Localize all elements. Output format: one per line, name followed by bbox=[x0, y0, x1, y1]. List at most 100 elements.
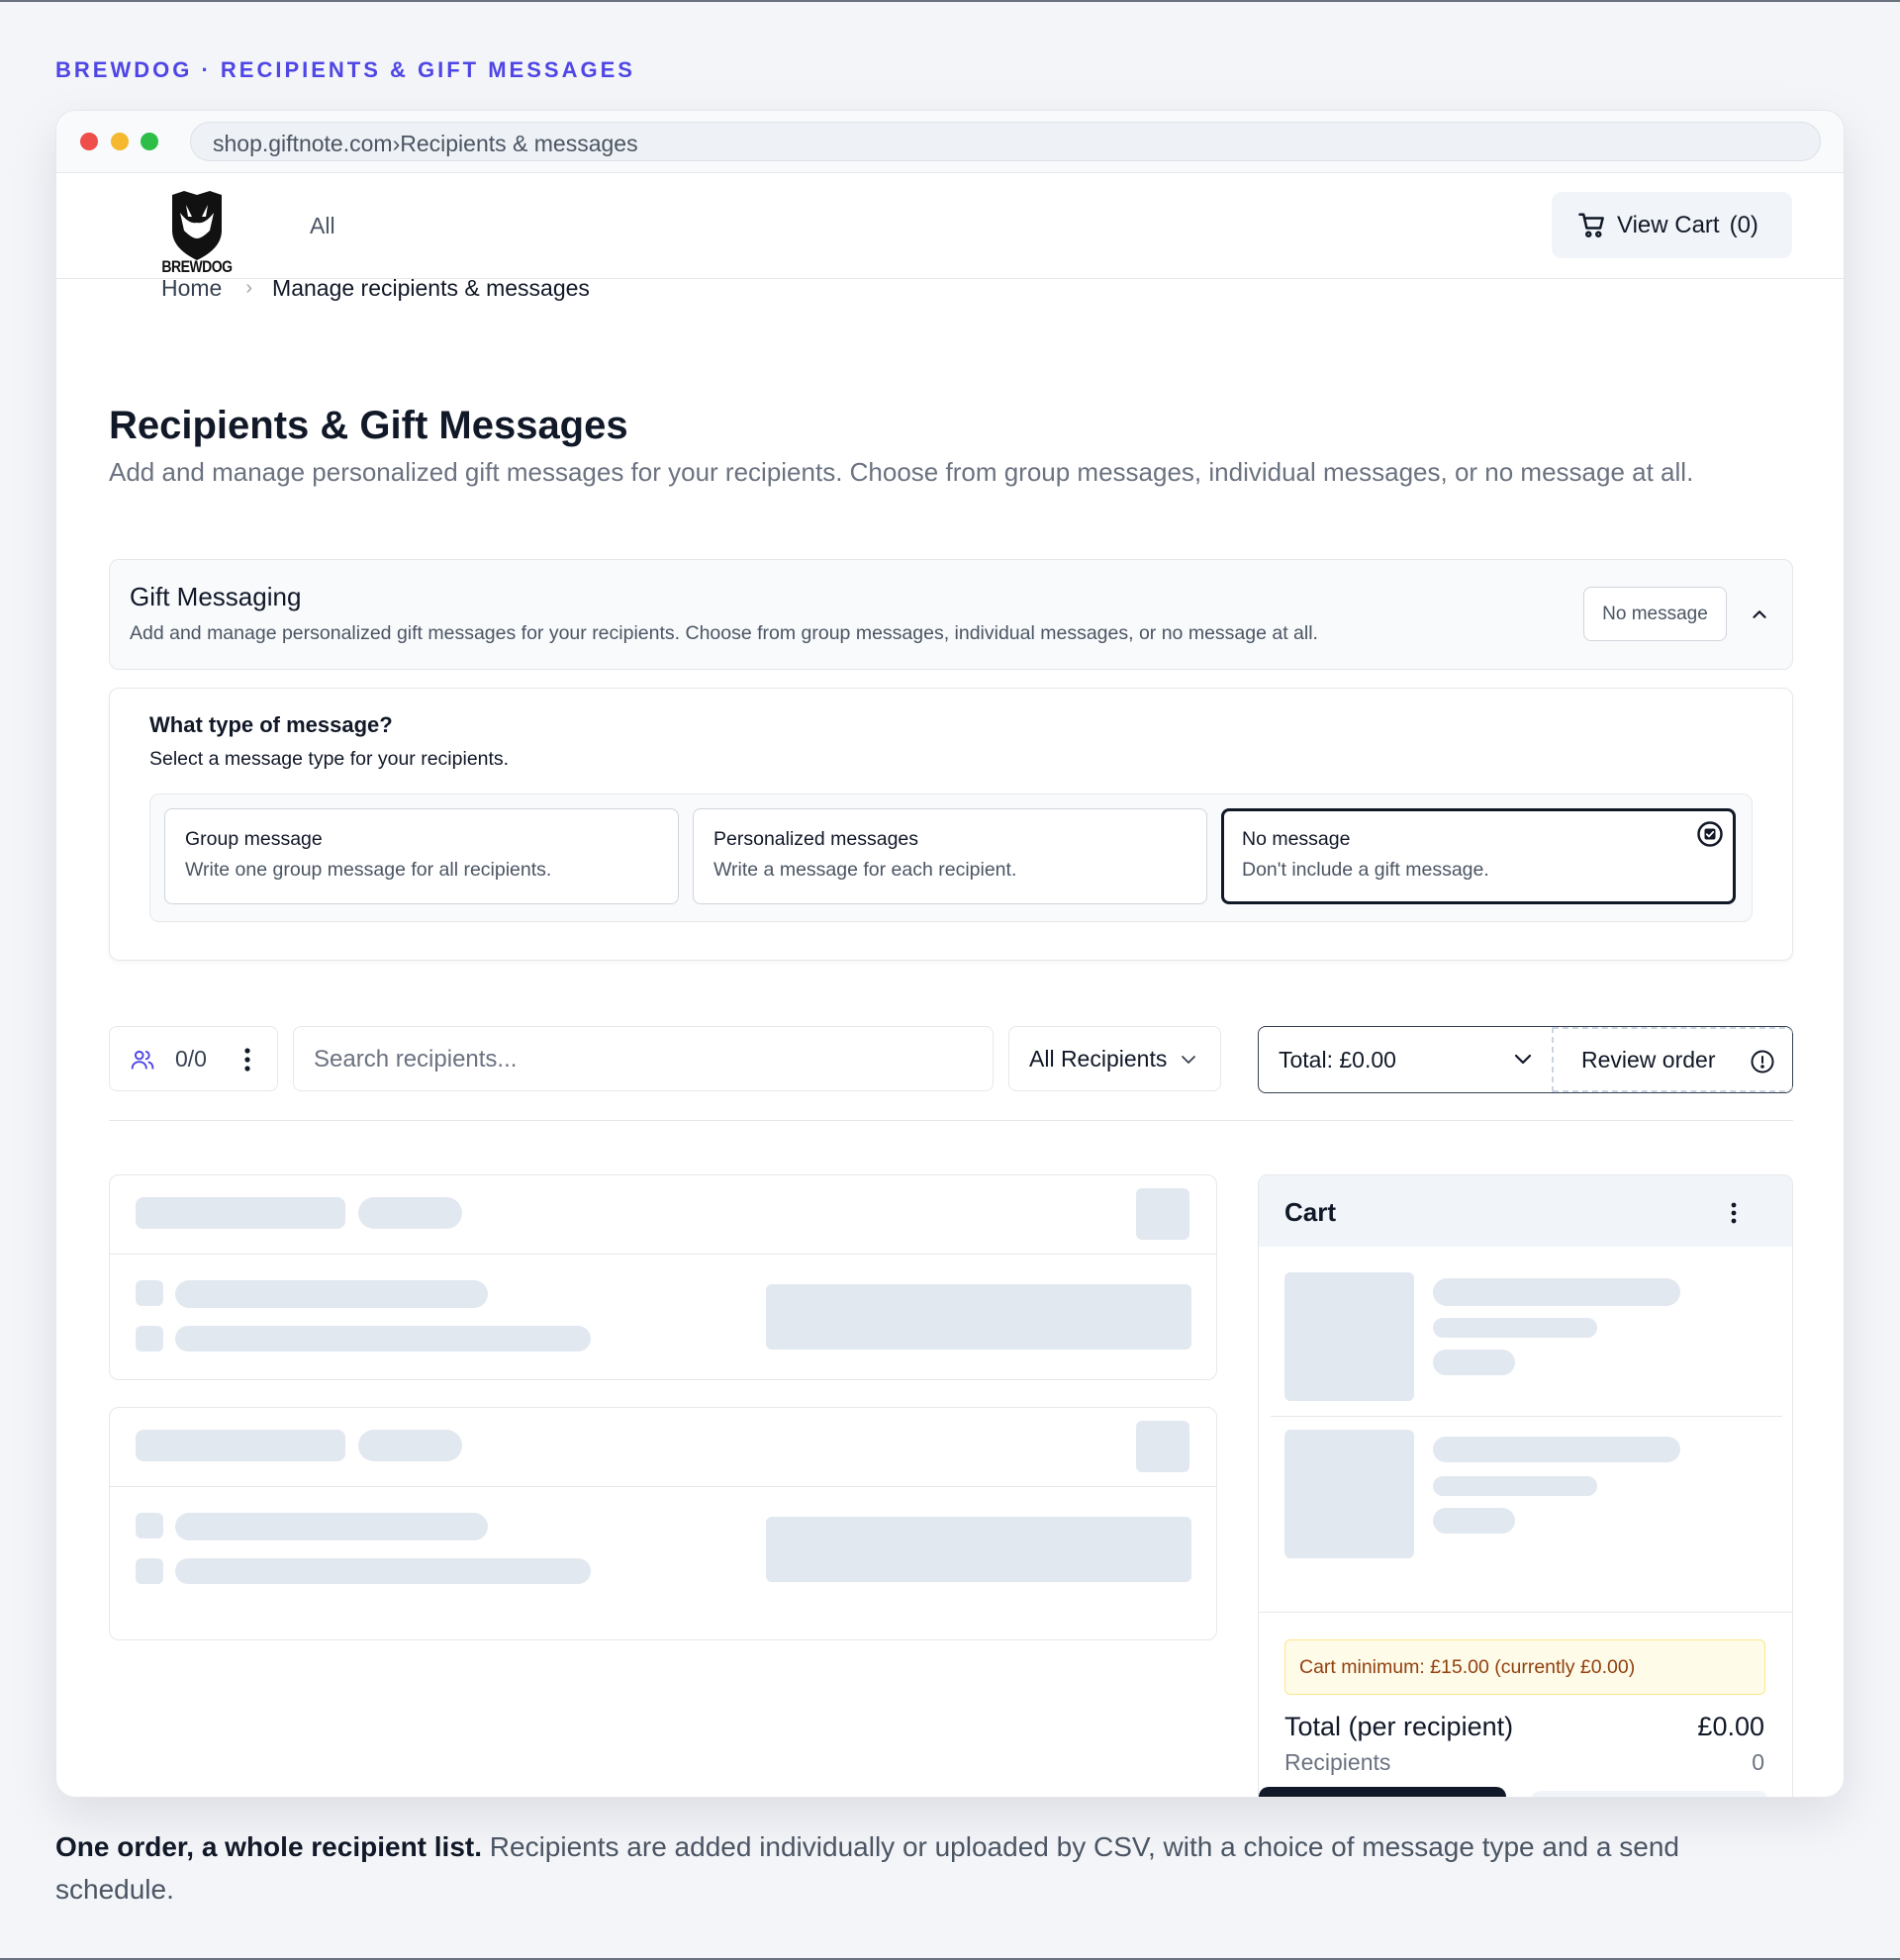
review-order-button[interactable]: Review order bbox=[1552, 1027, 1793, 1092]
recipient-count: 0/0 bbox=[175, 1046, 207, 1072]
url-host: shop.giftnote.com bbox=[213, 131, 393, 156]
chevron-up-icon[interactable] bbox=[1749, 604, 1770, 625]
nav-all-link[interactable]: All bbox=[310, 213, 335, 239]
cart-total-value: £0.00 bbox=[1697, 1712, 1764, 1741]
view-cart-button[interactable]: View Cart (0) bbox=[1552, 192, 1792, 258]
skeleton-line bbox=[175, 1326, 591, 1352]
breadcrumb-separator: › bbox=[245, 277, 253, 299]
breadcrumb: Home › Manage recipients & messages bbox=[161, 275, 590, 302]
close-window-dot[interactable] bbox=[80, 133, 98, 150]
toolbar-divider bbox=[109, 1120, 1793, 1121]
app-header: BREWDOG All View Cart (0) bbox=[56, 173, 1844, 279]
option-title: Personalized messages bbox=[713, 828, 919, 850]
option-title: Group message bbox=[185, 828, 323, 850]
page-subtitle: Add and manage personalized gift message… bbox=[109, 457, 1694, 487]
card-separator bbox=[110, 1254, 1216, 1255]
secondary-cart-button[interactable] bbox=[1531, 1791, 1768, 1797]
recipient-count-box: 0/0 bbox=[109, 1026, 278, 1091]
skeleton-line bbox=[1433, 1278, 1680, 1306]
skeleton-line bbox=[1433, 1437, 1680, 1462]
skeleton-square bbox=[136, 1280, 163, 1306]
skeleton-line bbox=[1433, 1350, 1515, 1375]
order-total-label: Total: £0.00 bbox=[1279, 1047, 1396, 1073]
cart-item-separator bbox=[1271, 1416, 1782, 1417]
skeleton-square bbox=[1136, 1421, 1189, 1472]
skeleton-line bbox=[358, 1197, 462, 1229]
breadcrumb-current: Manage recipients & messages bbox=[272, 275, 590, 301]
option-title: No message bbox=[1242, 828, 1351, 850]
more-options-icon[interactable] bbox=[1730, 1201, 1738, 1225]
skeleton-line bbox=[1433, 1508, 1515, 1534]
chevron-down-icon[interactable] bbox=[1514, 1053, 1532, 1067]
message-type-question: What type of message? bbox=[149, 712, 393, 737]
cart-total-label: Total (per recipient) bbox=[1284, 1712, 1514, 1741]
cart-header: Cart bbox=[1259, 1175, 1792, 1247]
browser-chrome: shop.giftnote.com›Recipients & messages bbox=[56, 111, 1844, 173]
figure-caption: One order, a whole recipient list. Recip… bbox=[55, 1825, 1797, 1911]
gift-messaging-panel[interactable]: Gift Messaging Add and manage personaliz… bbox=[109, 559, 1793, 670]
recipient-filter-label: All Recipients bbox=[1029, 1046, 1168, 1072]
order-total-box: Total: £0.00 Review order bbox=[1258, 1026, 1793, 1093]
skeleton-block bbox=[766, 1284, 1191, 1350]
address-bar[interactable]: shop.giftnote.com›Recipients & messages bbox=[190, 122, 1821, 161]
recipient-card-skeleton bbox=[109, 1407, 1217, 1640]
message-type-help: Select a message type for your recipient… bbox=[149, 748, 510, 770]
cart-footer-separator bbox=[1259, 1612, 1792, 1613]
cart-count: (0) bbox=[1729, 211, 1758, 238]
caption-lead: One order, a whole recipient list. bbox=[55, 1831, 483, 1862]
option-description: Write one group message for all recipien… bbox=[185, 859, 552, 881]
users-icon bbox=[131, 1050, 154, 1070]
skeleton-image bbox=[1284, 1430, 1414, 1558]
cart-recipients-value: 0 bbox=[1752, 1749, 1764, 1775]
option-group-message[interactable]: Group message Write one group message fo… bbox=[164, 808, 679, 904]
chevron-down-icon bbox=[1182, 1056, 1195, 1064]
info-icon bbox=[1751, 1050, 1774, 1073]
cart-panel: Cart Cart minimum: £15.00 (currently £0.… bbox=[1258, 1174, 1793, 1797]
page-title: Recipients & Gift Messages bbox=[109, 404, 628, 447]
recipients-toolbar: 0/0 Search recipients... All Recipients … bbox=[109, 1026, 1793, 1093]
option-no-message[interactable]: No message Don't include a gift message. bbox=[1221, 808, 1736, 904]
skeleton-square bbox=[1136, 1188, 1189, 1240]
option-personalized-messages[interactable]: Personalized messages Write a message fo… bbox=[693, 808, 1207, 904]
review-order-label: Review order bbox=[1581, 1047, 1716, 1073]
minimize-window-dot[interactable] bbox=[111, 133, 129, 150]
skeleton-image bbox=[1284, 1272, 1414, 1401]
skeleton-line bbox=[1433, 1476, 1597, 1496]
skeleton-square bbox=[136, 1326, 163, 1352]
checkout-button[interactable] bbox=[1259, 1787, 1506, 1797]
skeleton-square bbox=[136, 1558, 163, 1584]
recipient-filter-select[interactable]: All Recipients bbox=[1008, 1026, 1221, 1091]
skeleton-line bbox=[358, 1430, 462, 1461]
recipient-card-skeleton bbox=[109, 1174, 1217, 1380]
skeleton-line bbox=[1433, 1318, 1597, 1338]
skeleton-block bbox=[766, 1517, 1191, 1582]
message-type-options: Group message Write one group message fo… bbox=[149, 793, 1753, 922]
cart-minimum-notice: Cart minimum: £15.00 (currently £0.00) bbox=[1284, 1639, 1765, 1695]
eyebrow-label: BREWDOG · RECIPIENTS & GIFT MESSAGES bbox=[55, 57, 635, 82]
message-status-badge: No message bbox=[1583, 587, 1727, 641]
logo-wordmark: BREWDOG bbox=[161, 256, 233, 276]
option-description: Write a message for each recipient. bbox=[713, 859, 1017, 881]
brewdog-logo[interactable] bbox=[162, 187, 232, 266]
cart-title: Cart bbox=[1284, 1197, 1337, 1227]
url-path: Recipients & messages bbox=[400, 131, 638, 156]
more-options-icon[interactable] bbox=[243, 1047, 251, 1073]
card-separator bbox=[110, 1486, 1216, 1487]
option-description: Don't include a gift message. bbox=[1242, 859, 1489, 881]
search-recipients-input[interactable]: Search recipients... bbox=[293, 1026, 994, 1091]
cart-icon bbox=[1578, 213, 1604, 237]
skeleton-line bbox=[136, 1430, 345, 1461]
browser-window: shop.giftnote.com›Recipients & messages … bbox=[55, 110, 1845, 1798]
top-border bbox=[0, 0, 1900, 2]
maximize-window-dot[interactable] bbox=[141, 133, 158, 150]
skeleton-line bbox=[175, 1558, 591, 1584]
message-type-card: What type of message? Select a message t… bbox=[109, 688, 1793, 961]
breadcrumb-home[interactable]: Home bbox=[161, 275, 222, 302]
cart-recipients-label: Recipients bbox=[1284, 1749, 1391, 1775]
gift-messaging-description: Add and manage personalized gift message… bbox=[130, 622, 1318, 644]
skeleton-square bbox=[136, 1513, 163, 1539]
skeleton-line bbox=[175, 1513, 488, 1540]
skeleton-line bbox=[136, 1197, 345, 1229]
gift-messaging-title: Gift Messaging bbox=[130, 582, 302, 611]
view-cart-label: View Cart bbox=[1617, 211, 1720, 238]
